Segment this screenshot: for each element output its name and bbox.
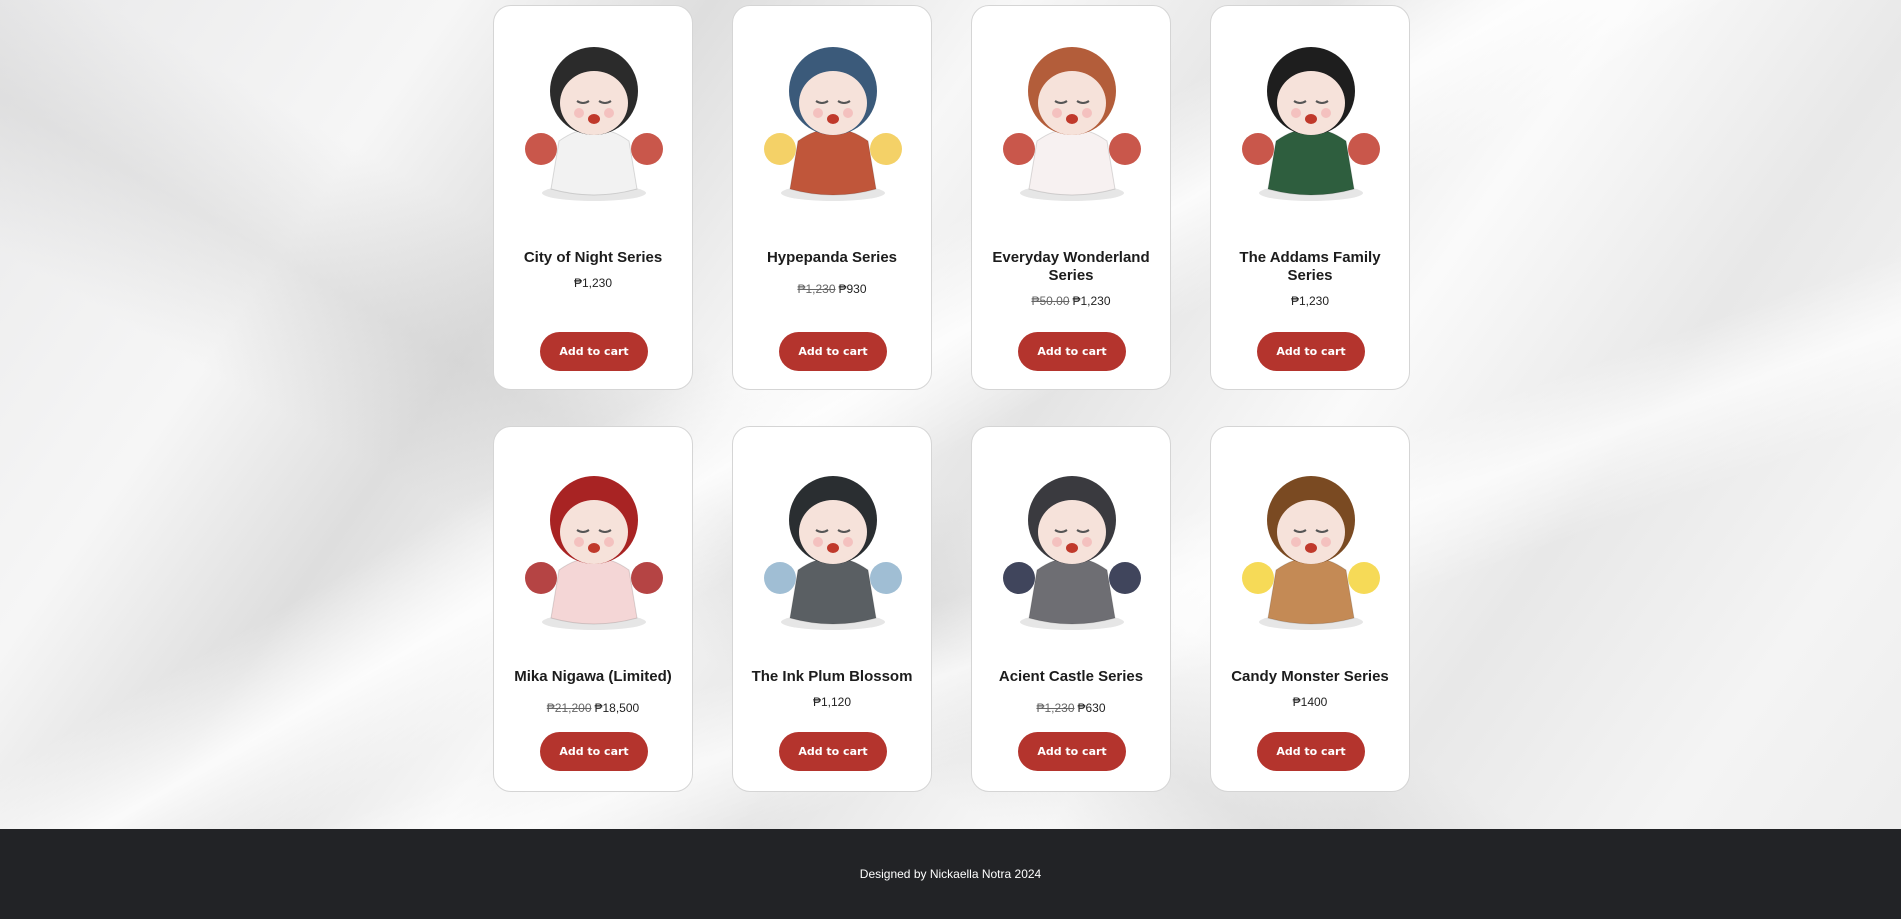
product-name[interactable]: The Ink Plum Blossom (741, 668, 923, 686)
product-figure-image[interactable] (994, 28, 1150, 208)
product-name[interactable]: City of Night Series (502, 249, 684, 267)
add-to-cart-button[interactable]: Add to cart (779, 332, 887, 371)
add-to-cart-button[interactable]: Add to cart (540, 332, 648, 371)
product-card[interactable]: City of Night Series ₱1,230 Add to cart (493, 5, 693, 390)
add-to-cart-button[interactable]: Add to cart (1257, 732, 1365, 771)
product-name[interactable]: The Addams Family Series (1219, 249, 1401, 285)
add-to-cart-button[interactable]: Add to cart (540, 732, 648, 771)
product-name[interactable]: Mika Nigawa (Limited) (502, 668, 684, 686)
product-card[interactable]: The Ink Plum Blossom ₱1,120 Add to cart (732, 426, 932, 792)
original-price: ₱50.00 (1031, 294, 1070, 308)
product-price: ₱1,230 (1211, 294, 1409, 308)
footer-credit: Designed by Nickaella Notra 2024 (859, 867, 1042, 881)
product-name[interactable]: Everyday Wonderland Series (980, 249, 1162, 285)
add-to-cart-button[interactable]: Add to cart (1018, 732, 1126, 771)
product-name[interactable]: Acient Castle Series (980, 668, 1162, 686)
product-card[interactable]: Candy Monster Series ₱1400 Add to cart (1210, 426, 1410, 792)
original-price: ₱1,230 (797, 282, 836, 296)
current-price: ₱1400 (1292, 695, 1328, 709)
current-price: ₱1,230 (573, 276, 613, 290)
product-name[interactable]: Candy Monster Series (1219, 668, 1401, 686)
current-price: ₱630 (1077, 701, 1106, 715)
product-figure-image[interactable] (1233, 457, 1389, 637)
product-price: ₱1,230 ₱930 (733, 282, 931, 296)
product-figure-image[interactable] (516, 28, 672, 208)
product-figure-image[interactable] (1233, 28, 1389, 208)
product-price: ₱1400 (1211, 695, 1409, 709)
product-figure-image[interactable] (755, 457, 911, 637)
product-grid: City of Night Series ₱1,230 Add to cart Hyp… (493, 5, 1410, 792)
current-price: ₱1,230 (1072, 294, 1111, 308)
add-to-cart-button[interactable]: Add to cart (779, 732, 887, 771)
product-figure-image[interactable] (994, 457, 1150, 637)
product-card[interactable]: Mika Nigawa (Limited) ₱21,200 ₱18,500 Add t… (493, 426, 693, 792)
current-price: ₱930 (838, 282, 867, 296)
product-figure-image[interactable] (516, 457, 672, 637)
current-price: ₱1,230 (1290, 294, 1330, 308)
product-price: ₱1,120 (733, 695, 931, 709)
footer: Designed by Nickaella Notra 2024 (0, 829, 1901, 919)
current-price: ₱18,500 (594, 701, 640, 715)
original-price: ₱1,230 (1036, 701, 1075, 715)
product-card[interactable]: Everyday Wonderland Series ₱50.00 ₱1,230 Ad… (971, 5, 1171, 390)
product-price: ₱21,200 ₱18,500 (494, 701, 692, 715)
add-to-cart-button[interactable]: Add to cart (1257, 332, 1365, 371)
product-figure-image[interactable] (755, 28, 911, 208)
product-card[interactable]: Hypepanda Series ₱1,230 ₱930 Add to cart (732, 5, 932, 390)
product-card[interactable]: The Addams Family Series ₱1,230 Add to car… (1210, 5, 1410, 390)
add-to-cart-button[interactable]: Add to cart (1018, 332, 1126, 371)
product-name[interactable]: Hypepanda Series (741, 249, 923, 267)
product-card[interactable]: Acient Castle Series ₱1,230 ₱630 Add to car… (971, 426, 1171, 792)
current-price: ₱1,120 (812, 695, 852, 709)
product-price: ₱1,230 ₱630 (972, 701, 1170, 715)
product-price: ₱50.00 ₱1,230 (972, 294, 1170, 308)
product-price: ₱1,230 (494, 276, 692, 290)
original-price: ₱21,200 (546, 701, 592, 715)
